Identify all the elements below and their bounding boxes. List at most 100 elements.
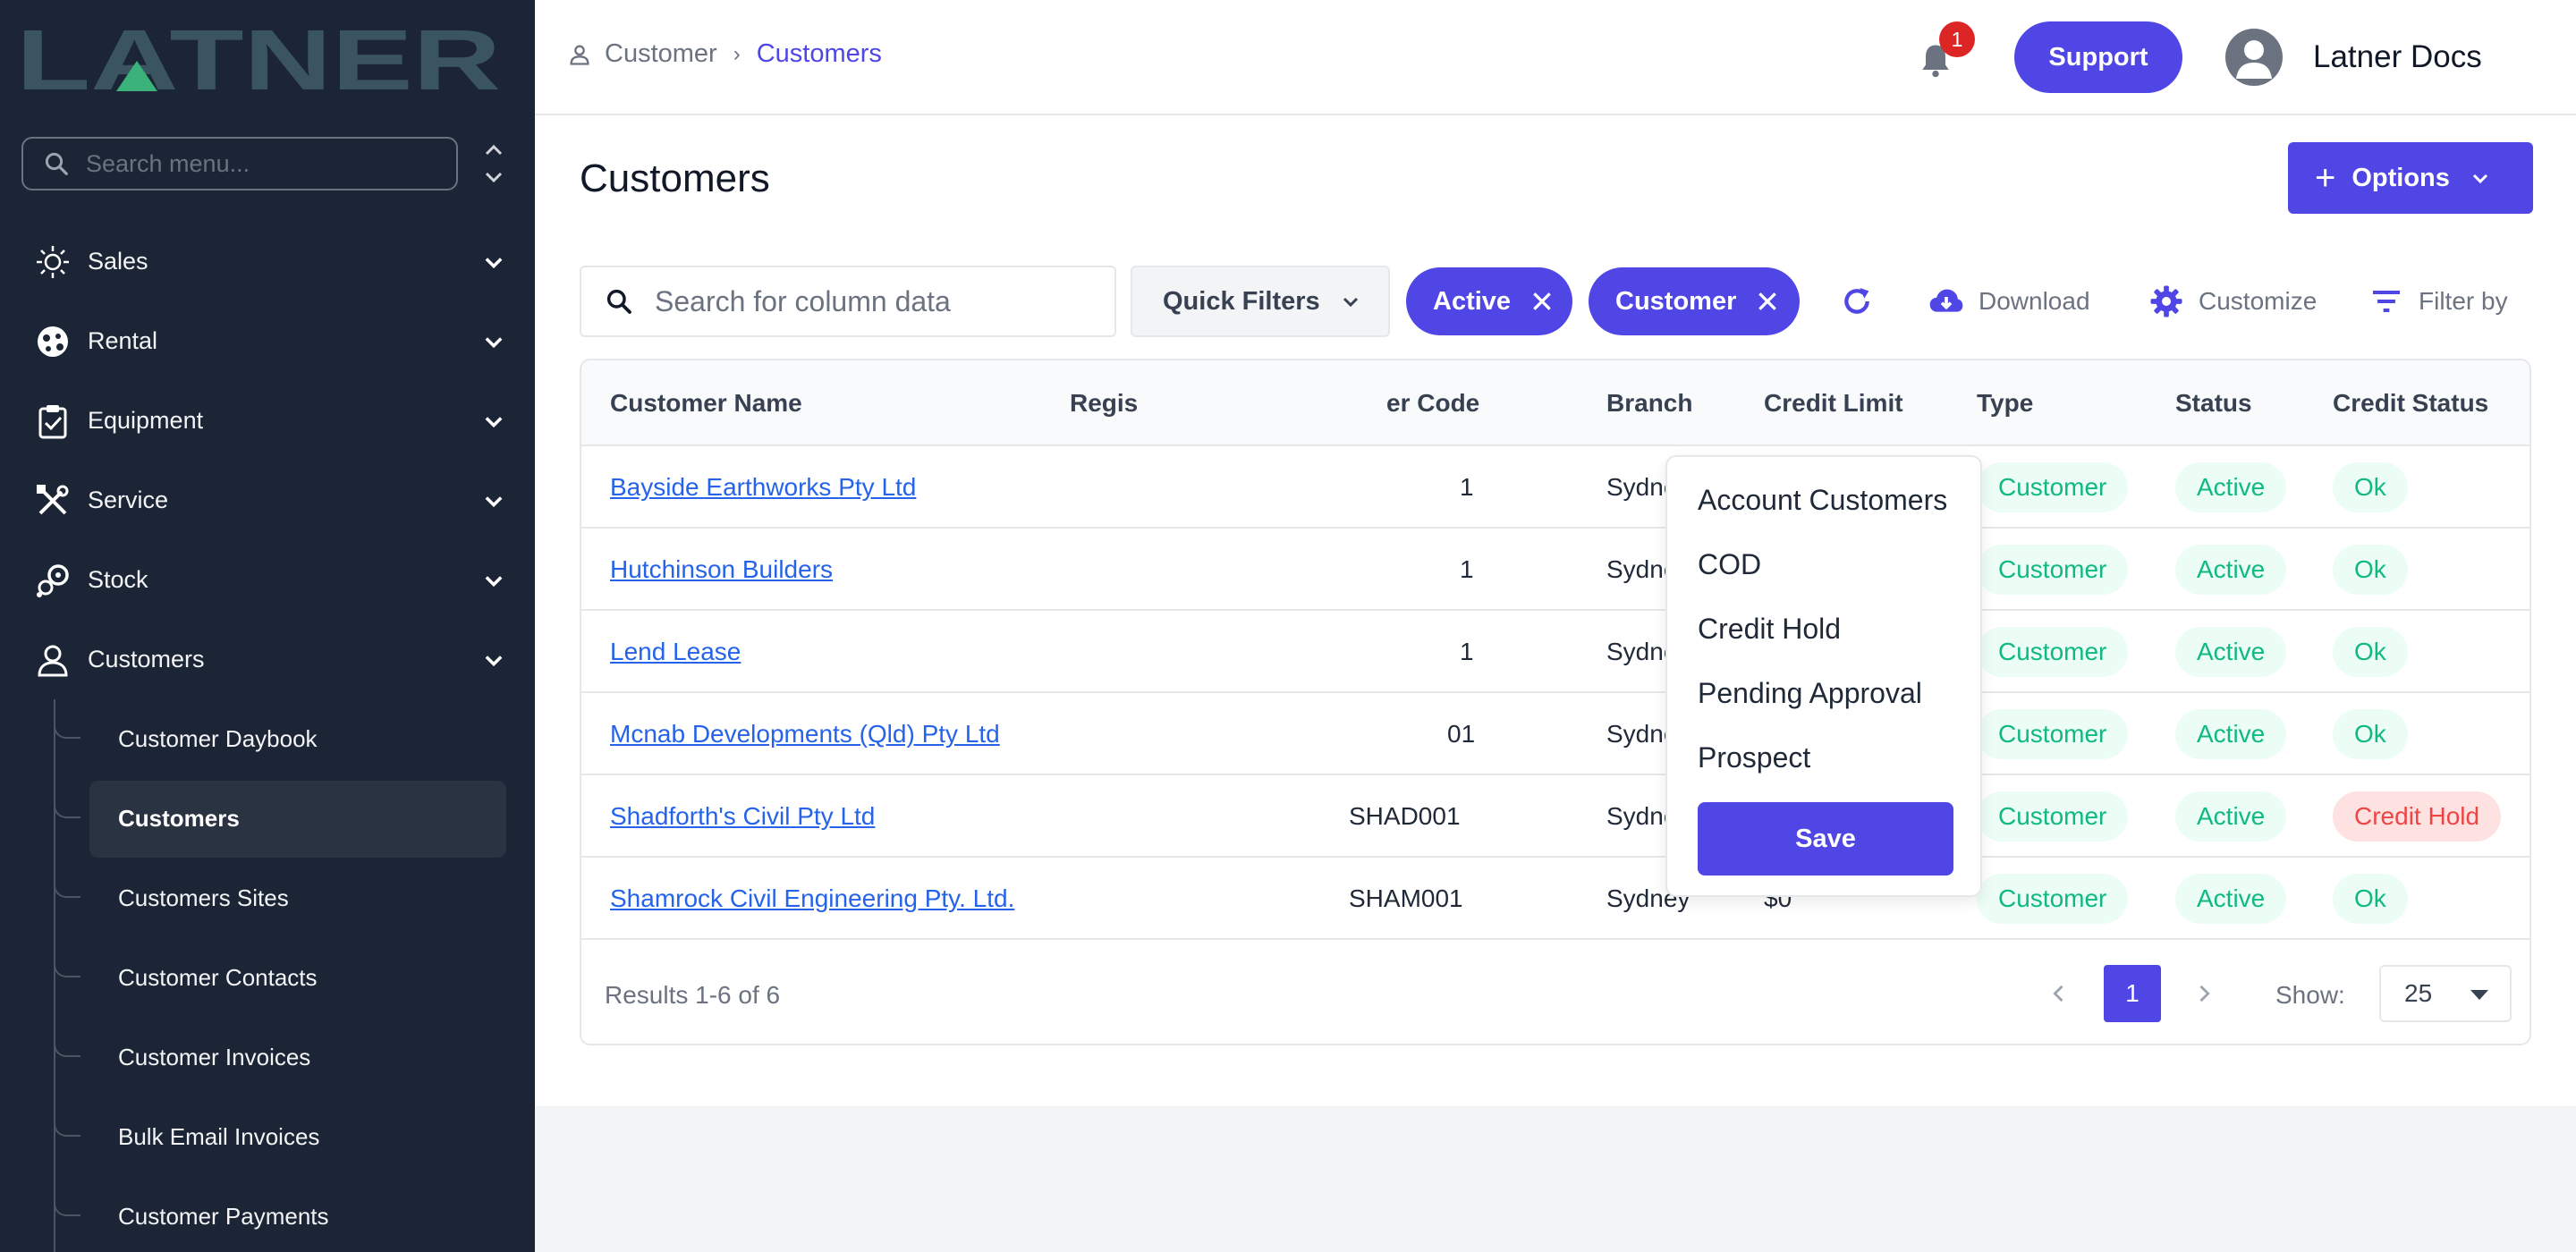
cloud-download-icon <box>1929 289 1963 312</box>
results-count: Results 1-6 of 6 <box>605 981 781 1009</box>
customer-code: 1 <box>1460 473 1474 501</box>
sidebar-item-equipment[interactable]: Equipment <box>0 381 535 461</box>
quick-filters-button[interactable]: Quick Filters <box>1131 266 1390 337</box>
quick-filters-dropdown: Account Customers COD Credit Hold Pendin… <box>1665 455 1982 897</box>
column-header-credit-status[interactable]: Credit Status <box>2333 389 2488 418</box>
chevron-down-icon <box>485 656 503 667</box>
table-row: Hutchinson Builders 1 Sydney $0 Customer… <box>581 529 2529 611</box>
table-row: Lend Lease 1 Sydney $0 Customer Active O… <box>581 611 2529 693</box>
quick-filter-option-cod[interactable]: COD <box>1698 548 1761 581</box>
sidebar-subitem-label: Customers <box>118 805 240 832</box>
download-button[interactable]: Download <box>1928 283 2090 319</box>
sidebar-subitem-customer-daybook[interactable]: Customer Daybook <box>0 699 535 779</box>
column-header-credit-limit[interactable]: Credit Limit <box>1764 389 1903 418</box>
column-header-branch[interactable]: Branch <box>1606 389 1692 418</box>
customer-name-link[interactable]: Shamrock Civil Engineering Pty. Ltd. <box>610 884 1014 913</box>
table-toolbar: Search for column data Quick Filters Act… <box>580 266 2547 337</box>
sidebar-subitem-customer-contacts[interactable]: Customer Contacts <box>0 938 535 1018</box>
breadcrumb-item-customer[interactable]: Customer <box>605 39 717 69</box>
chevron-left-icon[interactable] <box>2046 981 2072 1006</box>
chevron-down-icon <box>485 417 503 428</box>
column-search-placeholder: Search for column data <box>655 284 951 317</box>
sidebar-item-rental[interactable]: Rental <box>0 301 535 381</box>
user-name[interactable]: Latner Docs <box>2313 39 2482 75</box>
status-badge: Active <box>2175 627 2287 677</box>
sidebar-item-sales[interactable]: Sales <box>0 222 535 301</box>
chevron-down-icon <box>485 258 503 269</box>
quick-filter-option-account-customers[interactable]: Account Customers <box>1698 484 1947 517</box>
filter-chip-customer[interactable]: Customer <box>1589 267 1800 335</box>
sidebar-subitem-customer-payments[interactable]: Customer Payments <box>0 1177 535 1252</box>
sidebar-subitem-bulk-email-invoices[interactable]: Bulk Email Invoices <box>0 1097 535 1177</box>
quick-filter-option-pending-approval[interactable]: Pending Approval <box>1698 677 1922 710</box>
customer-name-link[interactable]: Mcnab Developments (Qld) Pty Ltd <box>610 720 1000 749</box>
filter-by-label: Filter by <box>2419 287 2508 315</box>
filter-icon <box>2373 291 2400 312</box>
clipboard-check-icon <box>34 402 72 440</box>
page-size-select[interactable]: 25 <box>2379 965 2512 1022</box>
customer-name-link[interactable]: Shadforth's Civil Pty Ltd <box>610 802 875 831</box>
collapse-icon[interactable] <box>481 143 506 184</box>
customer-code: 1 <box>1460 555 1474 583</box>
customer-name-link[interactable]: Hutchinson Builders <box>610 555 833 584</box>
status-badge: Active <box>2175 791 2287 842</box>
chip-label: Customer <box>1615 286 1737 316</box>
tree-branch <box>54 1027 80 1057</box>
sidebar-subitem-customers[interactable]: Customers <box>0 779 535 859</box>
page-number-button[interactable]: 1 <box>2104 965 2161 1022</box>
chevron-down-icon <box>485 337 503 349</box>
credit-status-badge: Ok <box>2333 462 2408 512</box>
quick-filter-option-credit-hold[interactable]: Credit Hold <box>1698 613 1841 646</box>
sidebar-item-label: Equipment <box>88 407 204 434</box>
support-button[interactable]: Support <box>2014 21 2182 93</box>
avatar[interactable] <box>2225 29 2283 86</box>
sidebar: LATNER Search menu... Sales Rental Equip… <box>0 0 535 1252</box>
sidebar-subitem-label: Customer Payments <box>118 1203 329 1230</box>
column-header-status[interactable]: Status <box>2175 389 2252 418</box>
sidebar-subitem-customer-invoices[interactable]: Customer Invoices <box>0 1018 535 1097</box>
table-row: Bayside Earthworks Pty Ltd 1 Sydney $0 C… <box>581 446 2529 529</box>
status-badge: Active <box>2175 709 2287 759</box>
type-badge: Customer <box>1977 791 2129 842</box>
customer-name-link[interactable]: Bayside Earthworks Pty Ltd <box>610 473 916 502</box>
customers-table: Customer Name Regis er Code Branch Credi… <box>580 359 2531 1045</box>
status-badge: Active <box>2175 545 2287 595</box>
main-content: Customers + Options Search for column da… <box>535 115 2576 1106</box>
customer-name-link[interactable]: Lend Lease <box>610 638 741 666</box>
close-icon[interactable] <box>1756 290 1779 313</box>
sidebar-subitem-customers-sites[interactable]: Customers Sites <box>0 859 535 938</box>
credit-status-badge: Credit Hold <box>2333 791 2502 842</box>
column-header-customer-name[interactable]: Customer Name <box>610 389 802 418</box>
customer-code: SHAD001 <box>1349 802 1461 830</box>
page-title: Customers <box>580 156 770 200</box>
column-header-regis[interactable]: Regis <box>1070 389 1138 418</box>
column-header-type[interactable]: Type <box>1977 389 2033 418</box>
column-search-input[interactable]: Search for column data <box>580 266 1116 337</box>
customize-button[interactable]: Customize <box>2148 283 2317 319</box>
caret-down-icon <box>2470 990 2488 1000</box>
filter-chip-active[interactable]: Active <box>1406 267 1572 335</box>
svg-text:LATNER: LATNER <box>16 18 501 98</box>
refresh-icon[interactable] <box>1839 283 1875 319</box>
sidebar-item-stock[interactable]: Stock <box>0 540 535 620</box>
sidebar-item-service[interactable]: Service <box>0 461 535 540</box>
type-badge: Customer <box>1977 627 2129 677</box>
options-button[interactable]: + Options <box>2288 142 2533 214</box>
rental-icon <box>34 323 72 360</box>
sidebar-item-customers[interactable]: Customers <box>0 620 535 699</box>
quick-filter-option-prospect[interactable]: Prospect <box>1698 741 1810 774</box>
breadcrumb-item-customers[interactable]: Customers <box>757 39 882 69</box>
type-badge: Customer <box>1977 874 2129 924</box>
status-badge: Active <box>2175 874 2287 924</box>
chevron-right-icon[interactable] <box>2191 981 2216 1006</box>
close-icon[interactable] <box>1530 290 1554 313</box>
filter-by-button[interactable]: Filter by <box>2368 283 2508 319</box>
menu-search-input[interactable]: Search menu... <box>21 137 458 190</box>
tools-icon <box>34 482 72 520</box>
latner-logo[interactable]: LATNER <box>16 18 501 98</box>
save-button[interactable]: Save <box>1698 802 1953 876</box>
search-icon <box>45 152 68 175</box>
notification-badge: 1 <box>1939 21 1975 57</box>
status-badge: Active <box>2175 462 2287 512</box>
column-header-code[interactable]: er Code <box>1386 389 1479 418</box>
